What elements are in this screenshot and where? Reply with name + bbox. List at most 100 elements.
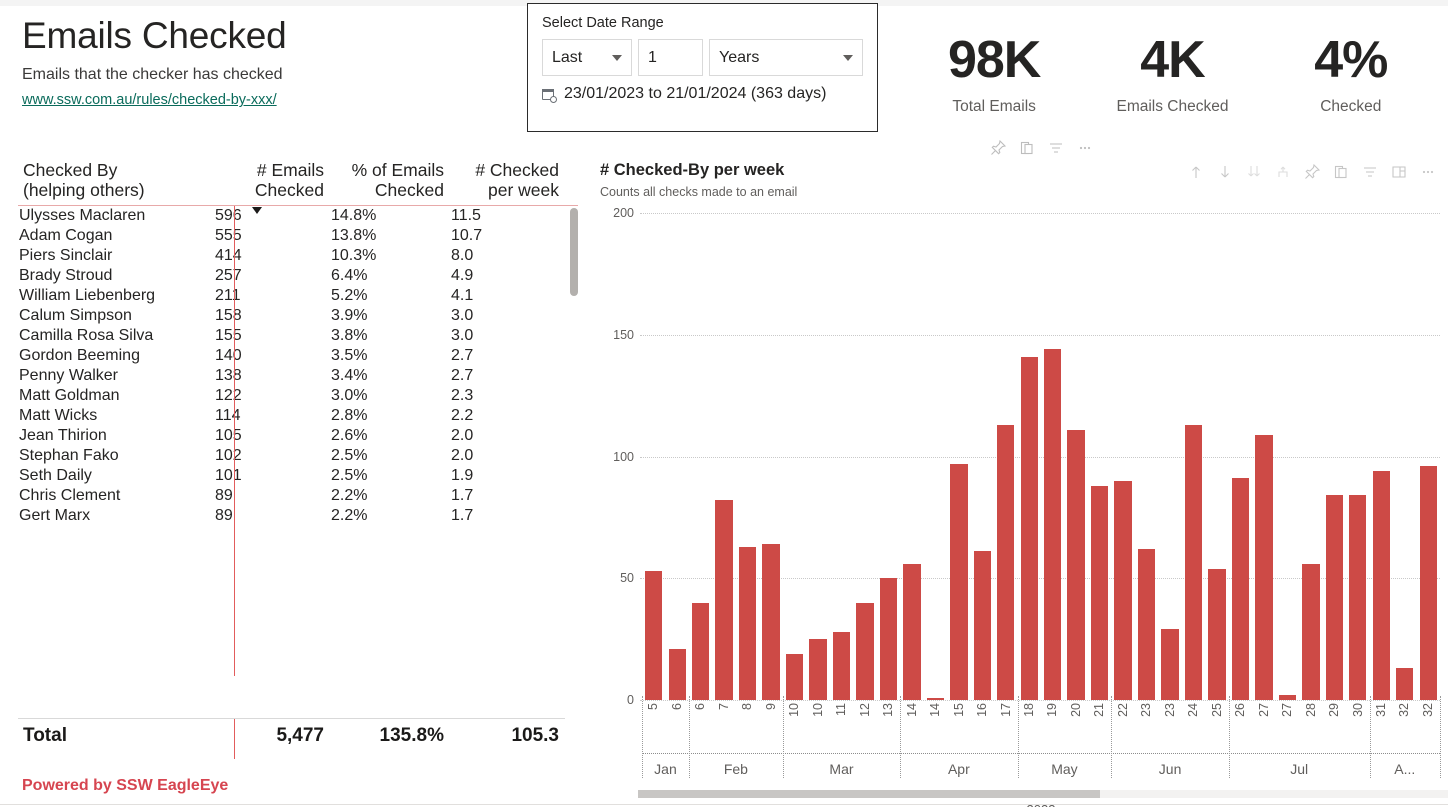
date-range-slicer[interactable]: Select Date Range Last 1 Years 23/01/202… <box>527 3 878 132</box>
bar[interactable] <box>1208 568 1226 700</box>
bar[interactable] <box>691 602 710 700</box>
bar[interactable] <box>1325 495 1343 700</box>
table-row[interactable]: Chris Clement 89 2.2% 1.7 <box>18 486 565 506</box>
table-vertical-scrollbar[interactable] <box>570 207 578 676</box>
bar-slot[interactable] <box>1416 213 1439 700</box>
relative-date-unit-dropdown[interactable]: Years <box>709 39 863 76</box>
bar-slot[interactable] <box>759 213 782 700</box>
relative-date-mode-dropdown[interactable]: Last <box>542 39 632 76</box>
bar[interactable] <box>1302 563 1320 700</box>
bar[interactable] <box>1231 478 1250 700</box>
bar[interactable] <box>1090 485 1109 700</box>
pin-icon[interactable] <box>990 140 1006 156</box>
bar[interactable] <box>1396 668 1414 700</box>
bar-slot[interactable] <box>642 213 665 700</box>
bar[interactable] <box>1419 466 1437 700</box>
drill-mode-icon[interactable] <box>1275 164 1291 180</box>
drill-up-arrow-icon[interactable] <box>1188 164 1204 180</box>
checked-by-per-week-chart-visual[interactable]: # Checked-By per week Counts all checks … <box>590 155 1448 807</box>
col-header-pct-emails-checked[interactable]: % of Emails Checked <box>330 160 450 205</box>
bar[interactable] <box>715 500 733 700</box>
bar[interactable] <box>903 563 921 700</box>
bar[interactable] <box>668 648 686 700</box>
bar[interactable] <box>997 424 1015 700</box>
kpi-card-emails-checked[interactable]: 4K Emails Checked <box>1083 34 1261 116</box>
rules-link[interactable]: www.ssw.com.au/rules/checked-by-xxx/ <box>22 92 277 108</box>
table-row[interactable]: Ulysses Maclaren 596 14.8% 11.5 <box>18 206 565 226</box>
table-row[interactable]: Gert Marx 89 2.2% 1.7 <box>18 506 565 526</box>
bar-slot[interactable] <box>853 213 876 700</box>
bar-slot[interactable] <box>1393 213 1416 700</box>
bar-slot[interactable] <box>1205 213 1228 700</box>
filter-icon[interactable] <box>1048 140 1064 156</box>
bar-slot[interactable] <box>900 213 923 700</box>
scrollbar-thumb[interactable] <box>570 207 578 296</box>
col-header-checked-per-week[interactable]: # Checked per week <box>450 160 565 205</box>
bar-slot[interactable] <box>689 213 712 700</box>
filter-icon[interactable] <box>1362 164 1378 180</box>
pin-icon[interactable] <box>1304 164 1320 180</box>
bar-slot[interactable] <box>1370 213 1393 700</box>
bar-slot[interactable] <box>947 213 970 700</box>
bar-slot[interactable] <box>1182 213 1205 700</box>
table-row[interactable]: Seth Daily 101 2.5% 1.9 <box>18 466 565 486</box>
table-row[interactable]: Jean Thirion 105 2.6% 2.0 <box>18 426 565 446</box>
bar-slot[interactable] <box>1323 213 1346 700</box>
bar[interactable] <box>1114 480 1132 700</box>
bar[interactable] <box>785 653 804 700</box>
table-row[interactable]: Piers Sinclair 414 10.3% 8.0 <box>18 246 565 266</box>
copy-icon[interactable] <box>1333 164 1349 180</box>
table-row[interactable]: Camilla Rosa Silva 155 3.8% 3.0 <box>18 326 565 346</box>
table-row[interactable]: Calum Simpson 158 3.9% 3.0 <box>18 306 565 326</box>
more-icon[interactable] <box>1077 140 1093 156</box>
bar-slot[interactable] <box>1088 213 1111 700</box>
bar-slot[interactable] <box>1229 213 1252 700</box>
bar-slot[interactable] <box>877 213 900 700</box>
bar-slot[interactable] <box>830 213 853 700</box>
bar[interactable] <box>645 570 663 700</box>
bar-slot[interactable] <box>665 213 688 700</box>
bar-slot[interactable] <box>1135 213 1158 700</box>
bar[interactable] <box>1372 471 1390 700</box>
bar[interactable] <box>1255 434 1273 700</box>
bar-slot[interactable] <box>783 213 806 700</box>
bar[interactable] <box>762 544 780 700</box>
bar-slot[interactable] <box>1018 213 1041 700</box>
bar[interactable] <box>1020 356 1038 700</box>
bar[interactable] <box>1137 549 1156 700</box>
bar[interactable] <box>950 463 968 700</box>
table-row[interactable]: Stephan Fako 102 2.5% 2.0 <box>18 446 565 466</box>
table-row[interactable]: Matt Wicks 114 2.8% 2.2 <box>18 406 565 426</box>
bar-slot[interactable] <box>924 213 947 700</box>
col-header-emails-checked[interactable]: # Emails Checked <box>214 160 330 214</box>
bar[interactable] <box>832 631 851 700</box>
col-header-checked-by[interactable]: Checked By (helping others) <box>18 160 214 205</box>
table-row[interactable]: Brady Stroud 257 6.4% 4.9 <box>18 266 565 286</box>
bar-slot[interactable] <box>806 213 829 700</box>
bar-slot[interactable] <box>1111 213 1134 700</box>
kpi-card-total-emails[interactable]: 98K Total Emails <box>905 34 1083 116</box>
bar-slot[interactable] <box>1346 213 1369 700</box>
bar-slot[interactable] <box>1276 213 1299 700</box>
drill-down-arrow-icon[interactable] <box>1217 164 1233 180</box>
bar[interactable] <box>856 602 874 700</box>
table-row[interactable]: William Liebenberg 211 5.2% 4.1 <box>18 286 565 306</box>
more-icon[interactable] <box>1420 164 1436 180</box>
bar[interactable] <box>1161 629 1179 700</box>
bar[interactable] <box>973 551 991 700</box>
table-row[interactable]: Penny Walker 138 3.4% 2.7 <box>18 366 565 386</box>
bar-slot[interactable] <box>1064 213 1087 700</box>
bar[interactable] <box>1184 424 1203 700</box>
bar-slot[interactable] <box>736 213 759 700</box>
checked-by-table-visual[interactable]: Checked By (helping others) # Emails Che… <box>18 160 578 760</box>
bar-slot[interactable] <box>971 213 994 700</box>
copy-icon[interactable] <box>1019 140 1035 156</box>
bar[interactable] <box>738 546 757 700</box>
chart-horizontal-scrollbar[interactable] <box>638 790 1448 798</box>
bar-slot[interactable] <box>1299 213 1322 700</box>
bar-slot[interactable] <box>994 213 1017 700</box>
table-row[interactable]: Adam Cogan 555 13.8% 10.7 <box>18 226 565 246</box>
bar-slot[interactable] <box>1041 213 1064 700</box>
scrollbar-thumb[interactable] <box>638 790 1100 798</box>
expand-all-icon[interactable] <box>1246 164 1262 180</box>
